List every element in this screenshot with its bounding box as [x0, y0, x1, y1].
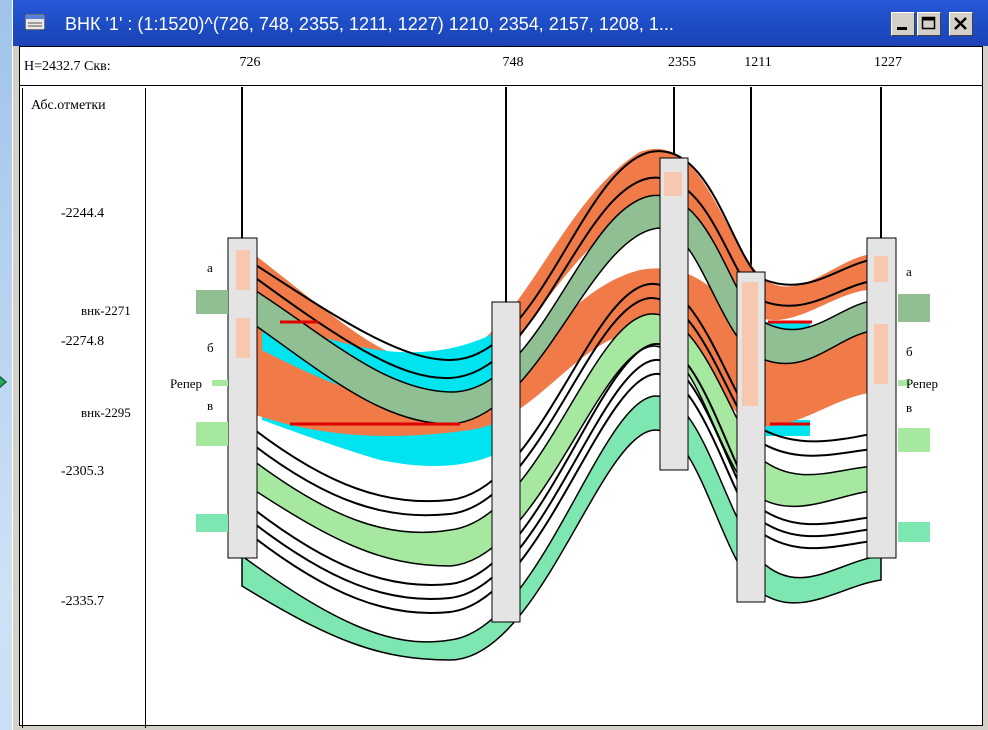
- zone-label-v: в: [906, 400, 912, 415]
- reper-label: Репер: [906, 376, 938, 391]
- zone-label-a: а: [207, 260, 213, 275]
- zone-label-v: в: [207, 398, 213, 413]
- zone-label-b: б: [906, 344, 913, 359]
- zone-label-a: а: [906, 264, 912, 279]
- right-zone-markers: [898, 294, 930, 542]
- zone-label-b: б: [207, 340, 214, 355]
- cross-section-plot: а б Репер в а б Репер в: [170, 87, 938, 661]
- reper-label: Репер: [170, 376, 202, 391]
